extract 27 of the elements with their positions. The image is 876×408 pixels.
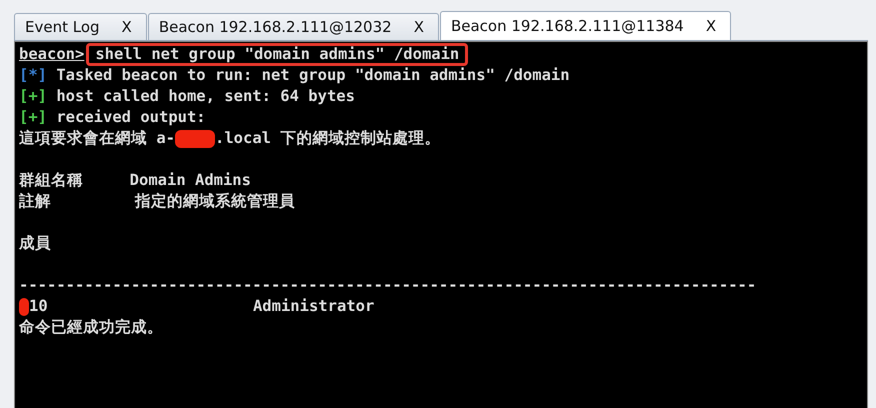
- console-line: 10 Administrator: [29, 296, 374, 317]
- command-text: shell net group "domain admins" /domain: [86, 43, 468, 66]
- tab-label[interactable]: Beacon 192.168.2.111@11384: [450, 17, 684, 35]
- console-line: Tasked beacon to run: net group "domain admins" /domain: [55, 65, 570, 86]
- tab-label[interactable]: Beacon 192.168.2.111@12032: [158, 18, 392, 36]
- tab[interactable]: Beacon 192.168.2.111@11384 X: [440, 11, 732, 40]
- console-line: 成員: [19, 233, 51, 254]
- console-line: host called home, sent: 64 bytes: [55, 86, 355, 107]
- close-icon[interactable]: X: [414, 18, 424, 36]
- console-line: -------------------------------------------------------------------------------: [19, 275, 756, 296]
- prompt: beacon>: [19, 44, 84, 65]
- console-line: received output:: [55, 107, 206, 128]
- status-marker: [+]: [19, 107, 47, 128]
- close-icon[interactable]: X: [706, 17, 716, 35]
- redaction-mark: [175, 130, 215, 148]
- console-line: 註解 指定的網域系統管理員: [19, 191, 295, 212]
- tab[interactable]: Event Log X: [14, 13, 147, 40]
- status-marker: [+]: [19, 86, 47, 107]
- tab[interactable]: Beacon 192.168.2.111@12032 X: [148, 13, 439, 40]
- status-marker: [*]: [19, 65, 47, 86]
- close-icon[interactable]: X: [122, 18, 132, 36]
- console-line: .local 下的網域控制站處理。: [215, 128, 440, 149]
- console-line: 群組名稱 Domain Admins: [19, 170, 251, 191]
- console-line: 這項要求會在網域 a-: [19, 128, 175, 149]
- redaction-mark: [19, 298, 29, 316]
- console-line: 命令已經成功完成。: [19, 317, 163, 338]
- tab-label[interactable]: Event Log: [25, 18, 100, 36]
